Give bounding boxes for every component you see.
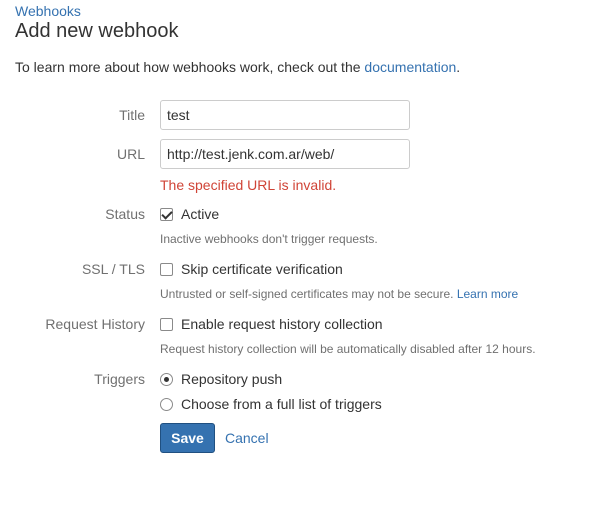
checkbox-unchecked-icon[interactable] (160, 262, 173, 276)
learn-more-link[interactable]: Learn more (457, 287, 518, 301)
status-active-checkbox-row[interactable]: Active (160, 206, 219, 222)
url-error-message: The specified URL is invalid. (160, 177, 337, 193)
ssl-skip-verification-label: Skip certificate verification (181, 261, 343, 277)
documentation-link[interactable]: documentation (364, 59, 456, 75)
ssl-label: SSL / TLS (81, 261, 145, 277)
ssl-help-text: Untrusted or self-signed certificates ma… (160, 287, 518, 301)
radio-unselected-icon[interactable] (160, 397, 173, 411)
trigger-repository-push-label: Repository push (181, 371, 283, 387)
checkbox-unchecked-icon[interactable] (160, 317, 173, 331)
title-input[interactable] (160, 100, 410, 130)
breadcrumb-webhooks-link[interactable]: Webhooks (15, 3, 81, 19)
add-webhook-page: Webhooks Add new webhook To learn more a… (0, 0, 600, 527)
url-label: URL (116, 146, 145, 162)
radio-selected-icon[interactable] (160, 372, 173, 386)
intro-text-suffix: . (456, 59, 461, 75)
trigger-full-list-radio-row[interactable]: Choose from a full list of triggers (160, 396, 382, 412)
status-label: Status (105, 206, 145, 222)
intro-text: To learn more about how webhooks work, c… (15, 59, 460, 75)
title-label: Title (119, 107, 145, 123)
save-button[interactable]: Save (160, 423, 215, 453)
ssl-help-message: Untrusted or self-signed certificates ma… (160, 287, 457, 301)
url-input[interactable] (160, 139, 410, 169)
status-help-text: Inactive webhooks don't trigger requests… (160, 232, 378, 246)
request-history-checkbox-row[interactable]: Enable request history collection (160, 316, 383, 332)
intro-text-lead: To learn more about how webhooks work, c… (15, 59, 365, 75)
ssl-skip-verification-checkbox-row[interactable]: Skip certificate verification (160, 261, 343, 277)
request-history-option-label: Enable request history collection (181, 316, 383, 332)
request-history-help-text: Request history collection will be autom… (160, 342, 536, 356)
page-title: Add new webhook (15, 20, 179, 42)
request-history-label: Request History (45, 316, 145, 332)
cancel-link[interactable]: Cancel (225, 430, 269, 446)
status-active-label: Active (181, 206, 220, 222)
checkbox-checked-icon[interactable] (160, 207, 173, 221)
trigger-full-list-label: Choose from a full list of triggers (181, 396, 382, 412)
triggers-label: Triggers (94, 371, 145, 387)
trigger-repository-push-radio-row[interactable]: Repository push (160, 371, 282, 387)
